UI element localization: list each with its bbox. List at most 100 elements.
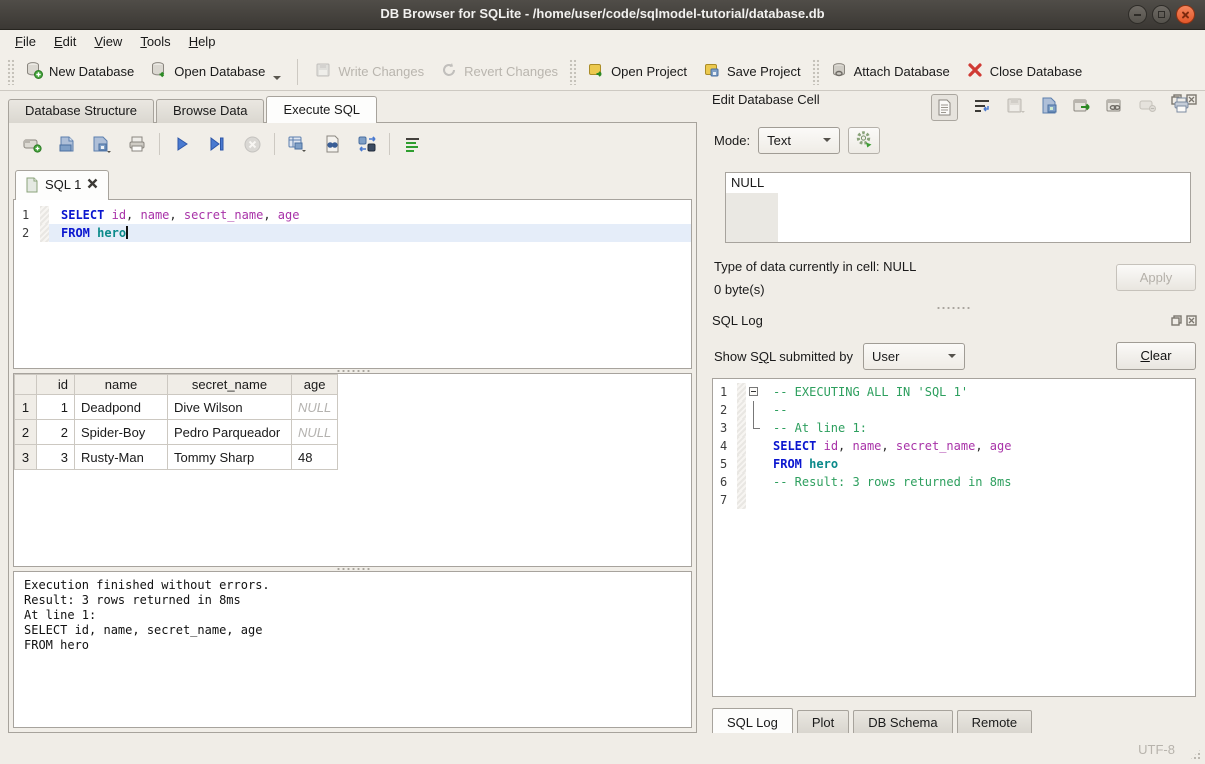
tab-execute-sql[interactable]: Execute SQL <box>266 96 377 123</box>
table-cell[interactable]: Tommy Sharp <box>168 445 292 470</box>
status-bar: UTF-8 <box>0 733 1205 764</box>
editor-line[interactable]: 2FROM hero <box>14 224 691 242</box>
revert-changes-button[interactable]: Revert Changes <box>432 57 566 86</box>
dock-splitter[interactable] <box>706 306 1199 310</box>
column-header[interactable]: name <box>75 375 168 395</box>
stop-icon[interactable] <box>241 133 263 155</box>
sql-tab[interactable]: SQL 1 <box>15 170 109 200</box>
execute-current-line-icon[interactable] <box>206 133 228 155</box>
print-cell-icon[interactable] <box>1172 97 1191 117</box>
toolbar-grip[interactable] <box>812 59 819 85</box>
open-sql-file-icon[interactable] <box>56 133 78 155</box>
tab-sql-log[interactable]: SQL Log <box>712 708 793 736</box>
close-database-button[interactable]: Close Database <box>958 57 1091 86</box>
sql-tab-close-icon[interactable] <box>87 177 98 192</box>
menu-edit[interactable]: Edit <box>45 32 85 51</box>
table-cell[interactable]: Dive Wilson <box>168 395 292 420</box>
menu-file[interactable]: File <box>6 32 45 51</box>
new-tab-icon[interactable] <box>21 133 43 155</box>
new-database-button[interactable]: New Database <box>17 57 142 86</box>
results-header-row[interactable]: idnamesecret_nameage <box>15 375 338 395</box>
table-row[interactable]: 33Rusty-ManTommy Sharp48 <box>15 445 338 470</box>
log-line[interactable]: 5FROM hero <box>713 455 1195 473</box>
open-database-dropdown-icon[interactable] <box>273 76 281 80</box>
log-line[interactable]: 7 <box>713 491 1195 509</box>
menu-tools[interactable]: Tools <box>131 32 179 51</box>
word-wrap-icon[interactable] <box>973 98 991 117</box>
set-null-icon[interactable] <box>1139 100 1157 115</box>
minimize-button[interactable] <box>1128 5 1147 24</box>
auto-format-icon[interactable] <box>401 133 423 155</box>
editor-line[interactable]: 1SELECT id, name, secret_name, age <box>14 206 691 224</box>
log-line[interactable]: 1-- EXECUTING ALL IN 'SQL 1' <box>713 383 1195 401</box>
tab-database-structure[interactable]: Database Structure <box>8 99 154 123</box>
save-project-label: Save Project <box>727 64 801 79</box>
clear-log-button[interactable]: Clear <box>1116 342 1196 370</box>
attach-database-icon <box>830 61 848 82</box>
sql-editor[interactable]: 1SELECT id, name, secret_name, age2FROM … <box>13 199 692 369</box>
fold-marker-icon[interactable] <box>749 387 758 396</box>
log-line[interactable]: 3-- At line 1: <box>713 419 1195 437</box>
menu-view[interactable]: View <box>85 32 131 51</box>
close-button[interactable] <box>1176 5 1195 24</box>
save-icon[interactable] <box>1006 97 1026 117</box>
resize-grip[interactable] <box>1189 748 1202 761</box>
close-dock-icon[interactable] <box>1186 315 1197 326</box>
table-cell[interactable]: 48 <box>292 445 338 470</box>
tab-db-schema[interactable]: DB Schema <box>853 710 952 735</box>
table-row[interactable]: 22Spider-BoyPedro ParqueadorNULL <box>15 420 338 445</box>
table-cell[interactable]: 2 <box>37 420 75 445</box>
log-line[interactable]: 6-- Result: 3 rows returned in 8ms <box>713 473 1195 491</box>
maximize-button[interactable] <box>1152 5 1171 24</box>
attach-database-button[interactable]: Attach Database <box>822 57 958 86</box>
execute-all-icon[interactable] <box>171 133 193 155</box>
text-document-icon[interactable] <box>931 94 958 121</box>
find-replace-icon[interactable] <box>356 133 378 155</box>
open-database-button[interactable]: Open Database <box>142 57 289 86</box>
apply-mode-button[interactable] <box>848 127 880 154</box>
apply-button[interactable]: Apply <box>1116 264 1196 291</box>
column-header[interactable]: id <box>37 375 75 395</box>
table-cell[interactable]: Pedro Parqueador <box>168 420 292 445</box>
table-cell[interactable]: 3 <box>37 445 75 470</box>
save-sql-file-icon[interactable] <box>91 133 113 155</box>
tab-plot[interactable]: Plot <box>797 710 849 735</box>
toolbar-separator <box>389 133 390 155</box>
open-project-button[interactable]: Open Project <box>579 57 695 86</box>
table-cell[interactable]: NULL <box>292 395 338 420</box>
write-changes-button[interactable]: Write Changes <box>306 57 432 86</box>
cell-value-editor[interactable]: NULL <box>725 172 1191 243</box>
table-cell[interactable]: NULL <box>292 420 338 445</box>
sql-log-view[interactable]: 1-- EXECUTING ALL IN 'SQL 1'2--3-- At li… <box>712 378 1196 697</box>
link-icon[interactable] <box>1106 98 1124 117</box>
tab-remote[interactable]: Remote <box>957 710 1033 735</box>
fold-marker-icon[interactable] <box>753 419 760 429</box>
toolbar-grip[interactable] <box>7 59 14 85</box>
table-cell[interactable]: Deadpond <box>75 395 168 420</box>
table-cell[interactable]: Rusty-Man <box>75 445 168 470</box>
import-icon[interactable] <box>1041 97 1058 117</box>
table-cell[interactable]: Spider-Boy <box>75 420 168 445</box>
log-line[interactable]: 2-- <box>713 401 1195 419</box>
float-dock-icon[interactable] <box>1171 315 1182 326</box>
column-header[interactable]: secret_name <box>168 375 292 395</box>
new-database-icon <box>25 61 43 82</box>
table-row[interactable]: 11DeadpondDive WilsonNULL <box>15 395 338 420</box>
column-header[interactable]: age <box>292 375 338 395</box>
save-results-icon[interactable] <box>286 133 308 155</box>
execution-message-area[interactable]: Execution finished without errors.Result… <box>13 571 692 728</box>
save-project-button[interactable]: Save Project <box>695 57 809 86</box>
table-cell[interactable]: 1 <box>37 395 75 420</box>
log-filter-value: User <box>872 349 938 364</box>
log-filter-combo[interactable]: User <box>863 343 965 370</box>
mode-combo[interactable]: Text <box>758 127 840 154</box>
find-icon[interactable] <box>321 133 343 155</box>
cell-editor-icons <box>931 92 1191 122</box>
toolbar-grip[interactable] <box>569 59 576 85</box>
print-icon[interactable] <box>126 133 148 155</box>
tab-browse-data[interactable]: Browse Data <box>156 99 264 123</box>
export-icon[interactable] <box>1073 98 1091 117</box>
fold-marker-icon[interactable] <box>753 401 754 419</box>
log-line[interactable]: 4SELECT id, name, secret_name, age <box>713 437 1195 455</box>
menu-help[interactable]: Help <box>180 32 225 51</box>
